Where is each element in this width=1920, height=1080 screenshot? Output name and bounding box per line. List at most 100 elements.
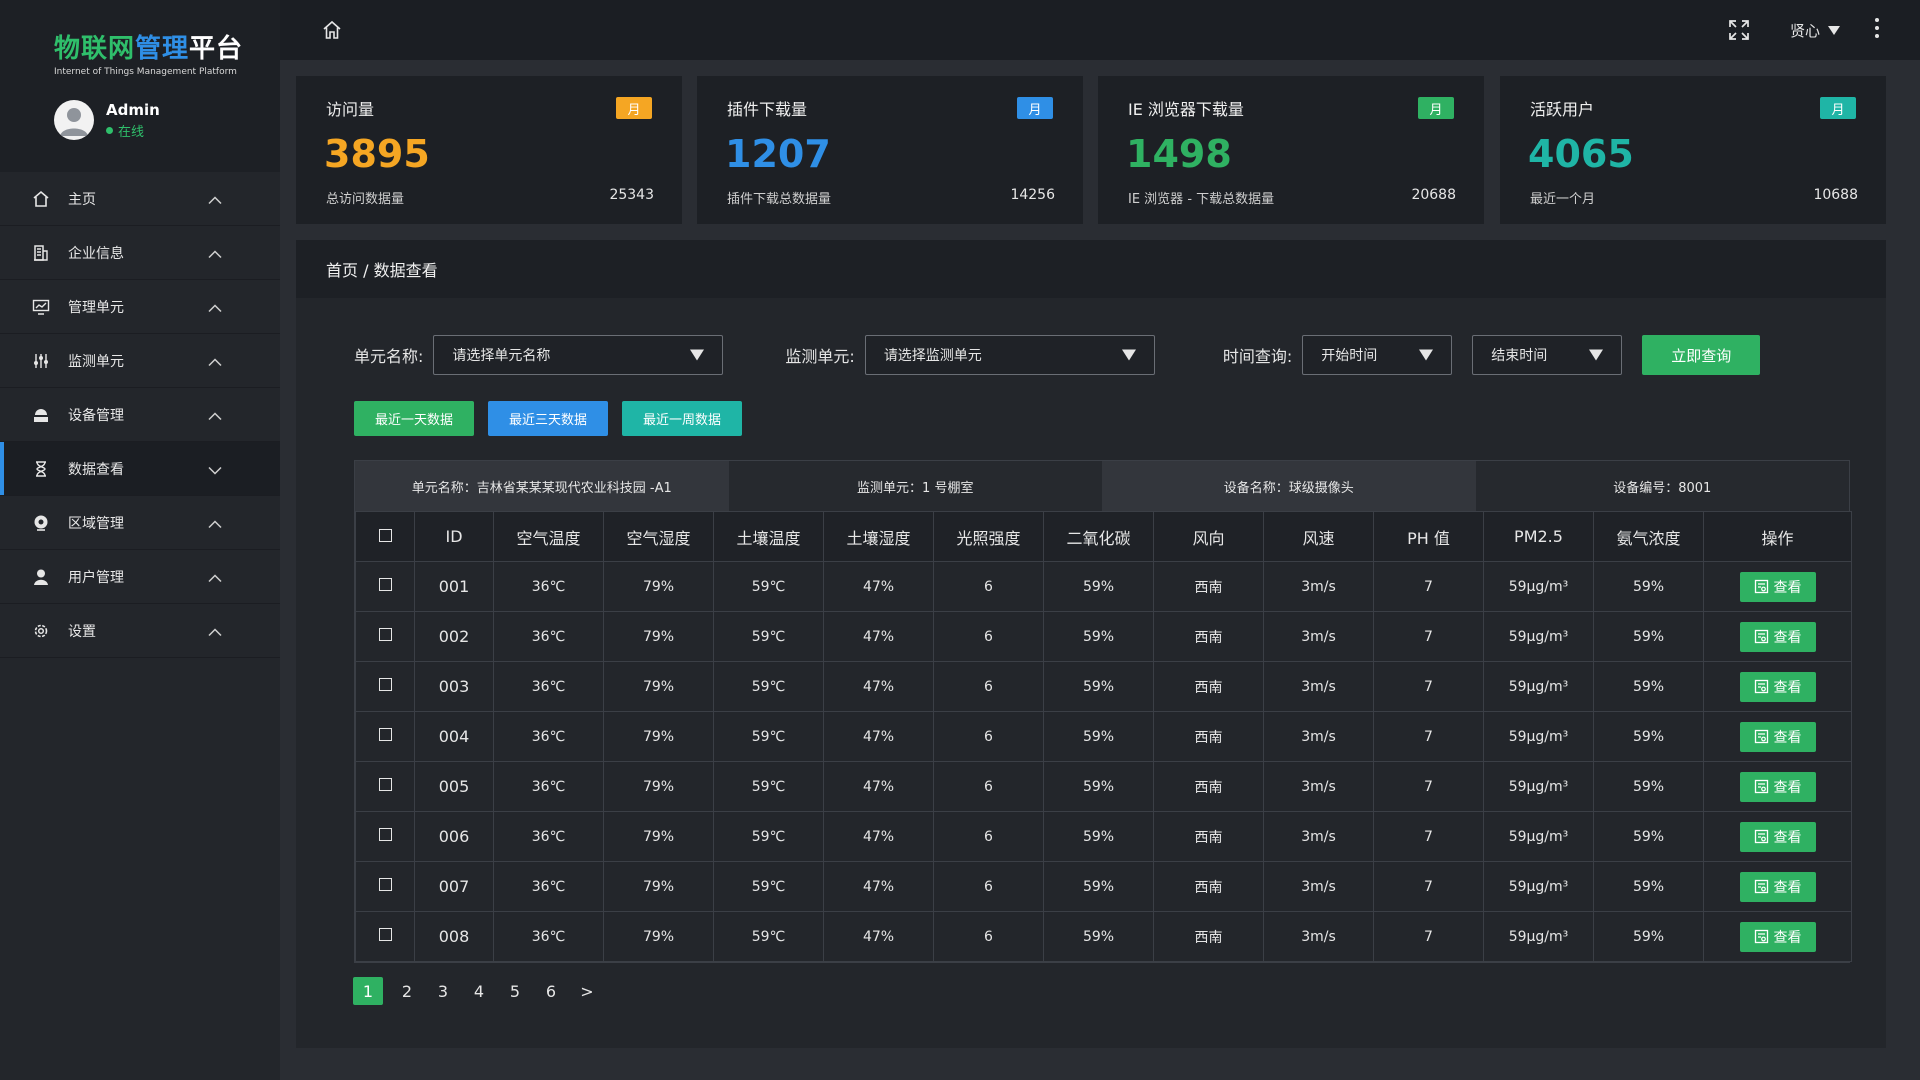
caret-down-icon xyxy=(1419,349,1434,361)
page-1[interactable]: 1 xyxy=(353,977,383,1005)
view-document-icon xyxy=(1754,629,1768,644)
avatar xyxy=(54,100,94,140)
fullscreen-icon[interactable] xyxy=(1728,19,1750,45)
select-all-checkbox[interactable] xyxy=(378,529,392,542)
table-row: 001 36℃ 79% 59℃ 47% 6 59% 西南 3m/s 7 59μg/m³ 59% 查看 xyxy=(355,561,1852,612)
view-button[interactable]: 查看 xyxy=(1739,571,1816,602)
select-all-checkbox-cell[interactable] xyxy=(355,511,415,562)
row-checkbox-cell[interactable] xyxy=(355,911,415,962)
row-checkbox-cell[interactable] xyxy=(355,861,415,912)
action-cell: 查看 xyxy=(1703,661,1852,712)
sidebar-item-home[interactable]: 主页 xyxy=(0,172,280,226)
view-button-label: 查看 xyxy=(1773,679,1802,696)
page-4[interactable]: 4 xyxy=(461,977,497,1005)
sidebar-item-monitor-unit[interactable]: 监测单元 xyxy=(0,334,280,388)
table-cell: 59℃ xyxy=(713,761,824,812)
next-page-button[interactable]: > xyxy=(569,977,605,1005)
month-badge: 月 xyxy=(1820,97,1856,119)
sidebar-item-area-management[interactable]: 区域管理 xyxy=(0,496,280,550)
month-badge: 月 xyxy=(1017,97,1053,119)
stat-card-active-users: 活跃用户 月 4065 最近一个月 10688 xyxy=(1500,76,1886,224)
sidebar-item-settings[interactable]: 设置 xyxy=(0,604,280,658)
table-cell: 6 xyxy=(933,711,1044,762)
row-checkbox[interactable] xyxy=(378,878,392,891)
view-button[interactable]: 查看 xyxy=(1739,621,1816,652)
chevron-up-icon xyxy=(208,405,222,424)
table-cell: 59% xyxy=(1043,611,1154,662)
sidebar-item-label: 主页 xyxy=(68,191,96,208)
logo-title-part1: 物联网 xyxy=(54,34,136,64)
table-cell: 6 xyxy=(933,611,1044,662)
sidebar-item-user-management[interactable]: 用户管理 xyxy=(0,550,280,604)
info-device-name: 设备名称：球级摄像头 xyxy=(1102,461,1476,511)
end-time-select[interactable]: 结束时间 xyxy=(1472,335,1623,375)
page-2[interactable]: 2 xyxy=(389,977,425,1005)
table-cell: 西南 xyxy=(1153,611,1264,662)
row-checkbox[interactable] xyxy=(378,628,392,641)
table-cell: 79% xyxy=(603,561,714,612)
table-cell: 003 xyxy=(414,661,494,712)
row-checkbox-cell[interactable] xyxy=(355,561,415,612)
last-three-days-button[interactable]: 最近三天数据 xyxy=(488,401,608,436)
table-cell: 3m/s xyxy=(1263,711,1374,762)
view-button[interactable]: 查看 xyxy=(1739,821,1816,852)
logo: 物联网管理平台 Internet of Things Management Pl… xyxy=(54,28,243,77)
table-body: 001 36℃ 79% 59℃ 47% 6 59% 西南 3m/s 7 59μg/m³ 59% 查看 00… xyxy=(355,561,1852,962)
table-cell: 79% xyxy=(603,861,714,912)
view-button[interactable]: 查看 xyxy=(1739,671,1816,702)
row-checkbox[interactable] xyxy=(378,928,392,941)
chevron-up-icon xyxy=(208,621,222,640)
row-checkbox[interactable] xyxy=(378,828,392,841)
row-checkbox[interactable] xyxy=(378,578,392,591)
view-document-icon xyxy=(1754,579,1768,594)
sidebar-item-management-unit[interactable]: 管理单元 xyxy=(0,280,280,334)
sidebar-item-data-view[interactable]: 数据查看 xyxy=(0,442,280,496)
month-badge: 月 xyxy=(616,97,652,119)
row-checkbox-cell[interactable] xyxy=(355,611,415,662)
table-cell: 47% xyxy=(823,911,934,962)
row-checkbox-cell[interactable] xyxy=(355,711,415,762)
row-checkbox[interactable] xyxy=(378,778,392,791)
user-profile[interactable]: Admin 在线 xyxy=(54,100,160,140)
row-checkbox[interactable] xyxy=(378,728,392,741)
monitor-unit-select[interactable]: 请选择监测单元 xyxy=(864,335,1155,375)
table-cell: 59% xyxy=(1043,711,1154,762)
view-button[interactable]: 查看 xyxy=(1739,871,1816,902)
view-button[interactable]: 查看 xyxy=(1739,721,1816,752)
table-cell: 59% xyxy=(1593,661,1704,712)
home-icon[interactable] xyxy=(322,20,342,44)
sidebar-item-label: 数据查看 xyxy=(68,461,124,478)
page-3[interactable]: 3 xyxy=(425,977,461,1005)
view-button-label: 查看 xyxy=(1773,929,1802,946)
view-button[interactable]: 查看 xyxy=(1739,771,1816,802)
row-checkbox[interactable] xyxy=(378,678,392,691)
more-vertical-icon[interactable] xyxy=(1872,18,1882,38)
page-5[interactable]: 5 xyxy=(497,977,533,1005)
table-row: 005 36℃ 79% 59℃ 47% 6 59% 西南 3m/s 7 59μg/m³ 59% 查看 xyxy=(355,761,1852,812)
table-cell: 36℃ xyxy=(493,711,604,762)
last-week-button[interactable]: 最近一周数据 xyxy=(622,401,742,436)
row-checkbox-cell[interactable] xyxy=(355,811,415,862)
user-menu-dropdown[interactable]: 贤心 xyxy=(1790,20,1841,41)
sidebar-item-company[interactable]: 企业信息 xyxy=(0,226,280,280)
table-cell: 7 xyxy=(1373,761,1484,812)
table-cell: 59℃ xyxy=(713,911,824,962)
column-header: 空气温度 xyxy=(493,511,604,562)
start-time-select[interactable]: 开始时间 xyxy=(1302,335,1453,375)
page-6[interactable]: 6 xyxy=(533,977,569,1005)
column-header: 空气湿度 xyxy=(603,511,714,562)
sliders-icon xyxy=(30,350,52,372)
user-name: Admin xyxy=(106,100,160,119)
table-cell: 59% xyxy=(1593,911,1704,962)
view-button[interactable]: 查看 xyxy=(1739,921,1816,952)
row-checkbox-cell[interactable] xyxy=(355,661,415,712)
column-header: 风速 xyxy=(1263,511,1374,562)
online-dot-icon xyxy=(106,126,113,134)
table-cell: 6 xyxy=(933,561,1044,612)
last-day-button[interactable]: 最近一天数据 xyxy=(354,401,474,436)
table-cell: 59μg/m³ xyxy=(1483,611,1594,662)
row-checkbox-cell[interactable] xyxy=(355,761,415,812)
unit-name-select[interactable]: 请选择单元名称 xyxy=(433,335,724,375)
sidebar-item-device-management[interactable]: 设备管理 xyxy=(0,388,280,442)
query-button[interactable]: 立即查询 xyxy=(1642,335,1761,375)
